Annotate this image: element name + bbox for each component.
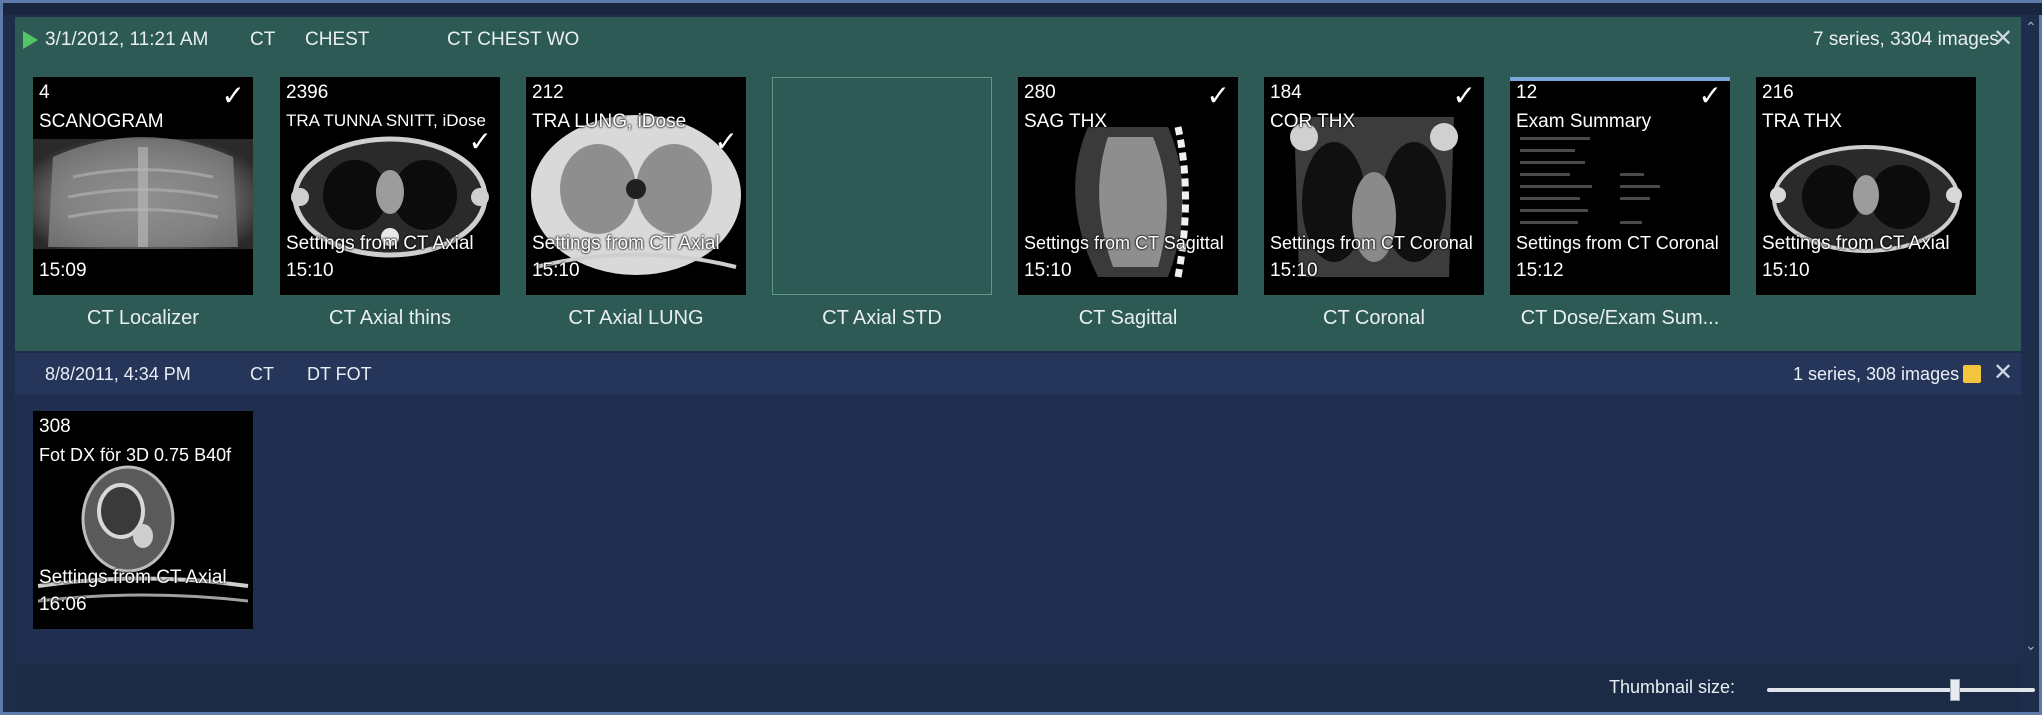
check-icon: ✓	[1452, 80, 1476, 111]
vertical-scrollbar[interactable]: ⌃ ⌄	[2023, 17, 2041, 667]
check-icon: ✓	[1698, 80, 1722, 111]
series-thumbnail[interactable]: 2396 TRA TUNNA SNITT, iDose ✓ Settings f…	[280, 77, 500, 295]
series-count: 308	[39, 416, 71, 437]
series-thumbnail[interactable]: 280 SAG THX ✓ Settings from CT Sagittal …	[1018, 77, 1238, 295]
study-browser-window: 3/1/2012, 11:21 AM CT CHEST CT CHEST WO …	[0, 0, 2042, 715]
series-settings: Settings from CT Sagittal	[1024, 233, 1224, 253]
series-name: SCANOGRAM	[39, 111, 164, 132]
series-time: 15:10	[286, 260, 334, 281]
series-thumbnail[interactable]: 184 COR THX ✓ Settings from CT Coronal 1…	[1264, 77, 1484, 295]
series-caption: CT Coronal	[1323, 307, 1425, 329]
note-icon[interactable]	[1963, 365, 1981, 383]
series-thumbnail[interactable]: 4 SCANOGRAM 15:09 ✓	[33, 77, 253, 295]
study-2-description: DT FOT	[307, 364, 372, 384]
series-count: 4	[39, 82, 50, 103]
series-name: TRA LUNG, iDose	[532, 111, 687, 132]
series-caption: CT Axial thins	[329, 307, 451, 329]
series-time: 15:10	[1024, 260, 1072, 281]
scroll-down-icon[interactable]: ⌄	[2025, 637, 2037, 654]
study-group-2[interactable]: 308 Fot DX för 3D 0.75 B40f Settings fro…	[15, 395, 2021, 663]
scroll-up-icon[interactable]: ⌃	[2025, 19, 2037, 36]
series-caption: CT Localizer	[87, 307, 199, 329]
series-settings: Settings from CT Axial	[286, 233, 474, 254]
check-icon: ✓	[1206, 80, 1230, 111]
study-1-body-part: CHEST	[305, 29, 370, 50]
series-name: Fot DX för 3D 0.75 B40f	[39, 445, 232, 465]
slider-thumb[interactable]	[1949, 679, 1960, 701]
series-thumbnail[interactable]: 212 TRA LUNG, iDose ✓ Settings from CT A…	[526, 77, 746, 295]
study-1-header[interactable]: 3/1/2012, 11:21 AM CT CHEST CT CHEST WO …	[15, 17, 2021, 61]
thumbnail-size-label: Thumbnail size:	[1609, 677, 1736, 697]
series-caption: CT Axial LUNG	[568, 307, 704, 329]
series-time: 15:10	[1270, 260, 1318, 281]
series-thumbnail[interactable]: 12 Exam Summary ✓ Settings from CT Coron…	[1510, 77, 1730, 295]
series-name: TRA TUNNA SNITT, iDose	[286, 111, 486, 130]
footer-bar: Thumbnail size:	[15, 665, 2035, 711]
series-thumbnail-placeholder[interactable]	[772, 77, 992, 295]
study-1-modality: CT	[250, 29, 276, 50]
study-2-summary: 1 series, 308 images	[1793, 364, 1960, 384]
series-settings: Settings from CT Coronal	[1270, 233, 1473, 253]
series-time: 15:12	[1516, 260, 1564, 281]
series-thumbnail[interactable]: 216 TRA THX Settings from CT Axial 15:10	[1756, 77, 1976, 295]
series-name: COR THX	[1270, 111, 1356, 132]
series-name: Exam Summary	[1516, 111, 1652, 132]
series-time: 15:10	[1762, 260, 1810, 281]
close-icon[interactable]: ✕	[1993, 359, 2013, 387]
series-count: 216	[1762, 82, 1794, 103]
series-settings: Settings from CT Axial	[39, 567, 227, 588]
study-2-date: 8/8/2011, 4:34 PM	[45, 364, 191, 384]
check-icon: ✓	[468, 126, 492, 157]
series-caption: CT Axial STD	[822, 307, 942, 329]
series-count: 280	[1024, 82, 1056, 103]
study-group-1[interactable]: 3/1/2012, 11:21 AM CT CHEST CT CHEST WO …	[15, 17, 2021, 351]
series-caption: CT Dose/Exam Sum...	[1520, 307, 1720, 329]
series-count: 2396	[286, 82, 329, 103]
check-icon: ✓	[714, 126, 738, 157]
series-thumbnail[interactable]: 308 Fot DX för 3D 0.75 B40f Settings fro…	[33, 411, 253, 629]
close-icon[interactable]: ✕	[1993, 25, 2013, 53]
check-icon: ✓	[221, 80, 245, 111]
top-border	[3, 3, 2042, 15]
series-time: 15:09	[39, 260, 87, 281]
thumbnail-size-slider[interactable]	[1767, 679, 2035, 701]
series-caption: CT Sagittal	[1078, 307, 1178, 329]
series-name: TRA THX	[1762, 111, 1842, 132]
series-settings: Settings from CT Axial	[532, 233, 720, 254]
series-time: 16:06	[39, 594, 87, 615]
study-2-modality: CT	[250, 364, 274, 384]
series-settings: Settings from CT Axial	[1762, 233, 1950, 254]
play-icon[interactable]	[23, 31, 38, 49]
series-count: 212	[532, 82, 564, 103]
series-count: 12	[1516, 82, 1538, 103]
study-1-summary: 7 series, 3304 images	[1813, 29, 1999, 50]
study-1-description: CT CHEST WO	[447, 29, 580, 50]
series-time: 15:10	[532, 260, 580, 281]
study-2-header[interactable]: 8/8/2011, 4:34 PM CT DT FOT 1 series, 30…	[15, 353, 2021, 395]
series-name: SAG THX	[1024, 111, 1108, 132]
series-settings: Settings from CT Coronal	[1516, 233, 1719, 253]
series-count: 184	[1270, 82, 1302, 103]
study-1-date: 3/1/2012, 11:21 AM	[45, 29, 209, 50]
